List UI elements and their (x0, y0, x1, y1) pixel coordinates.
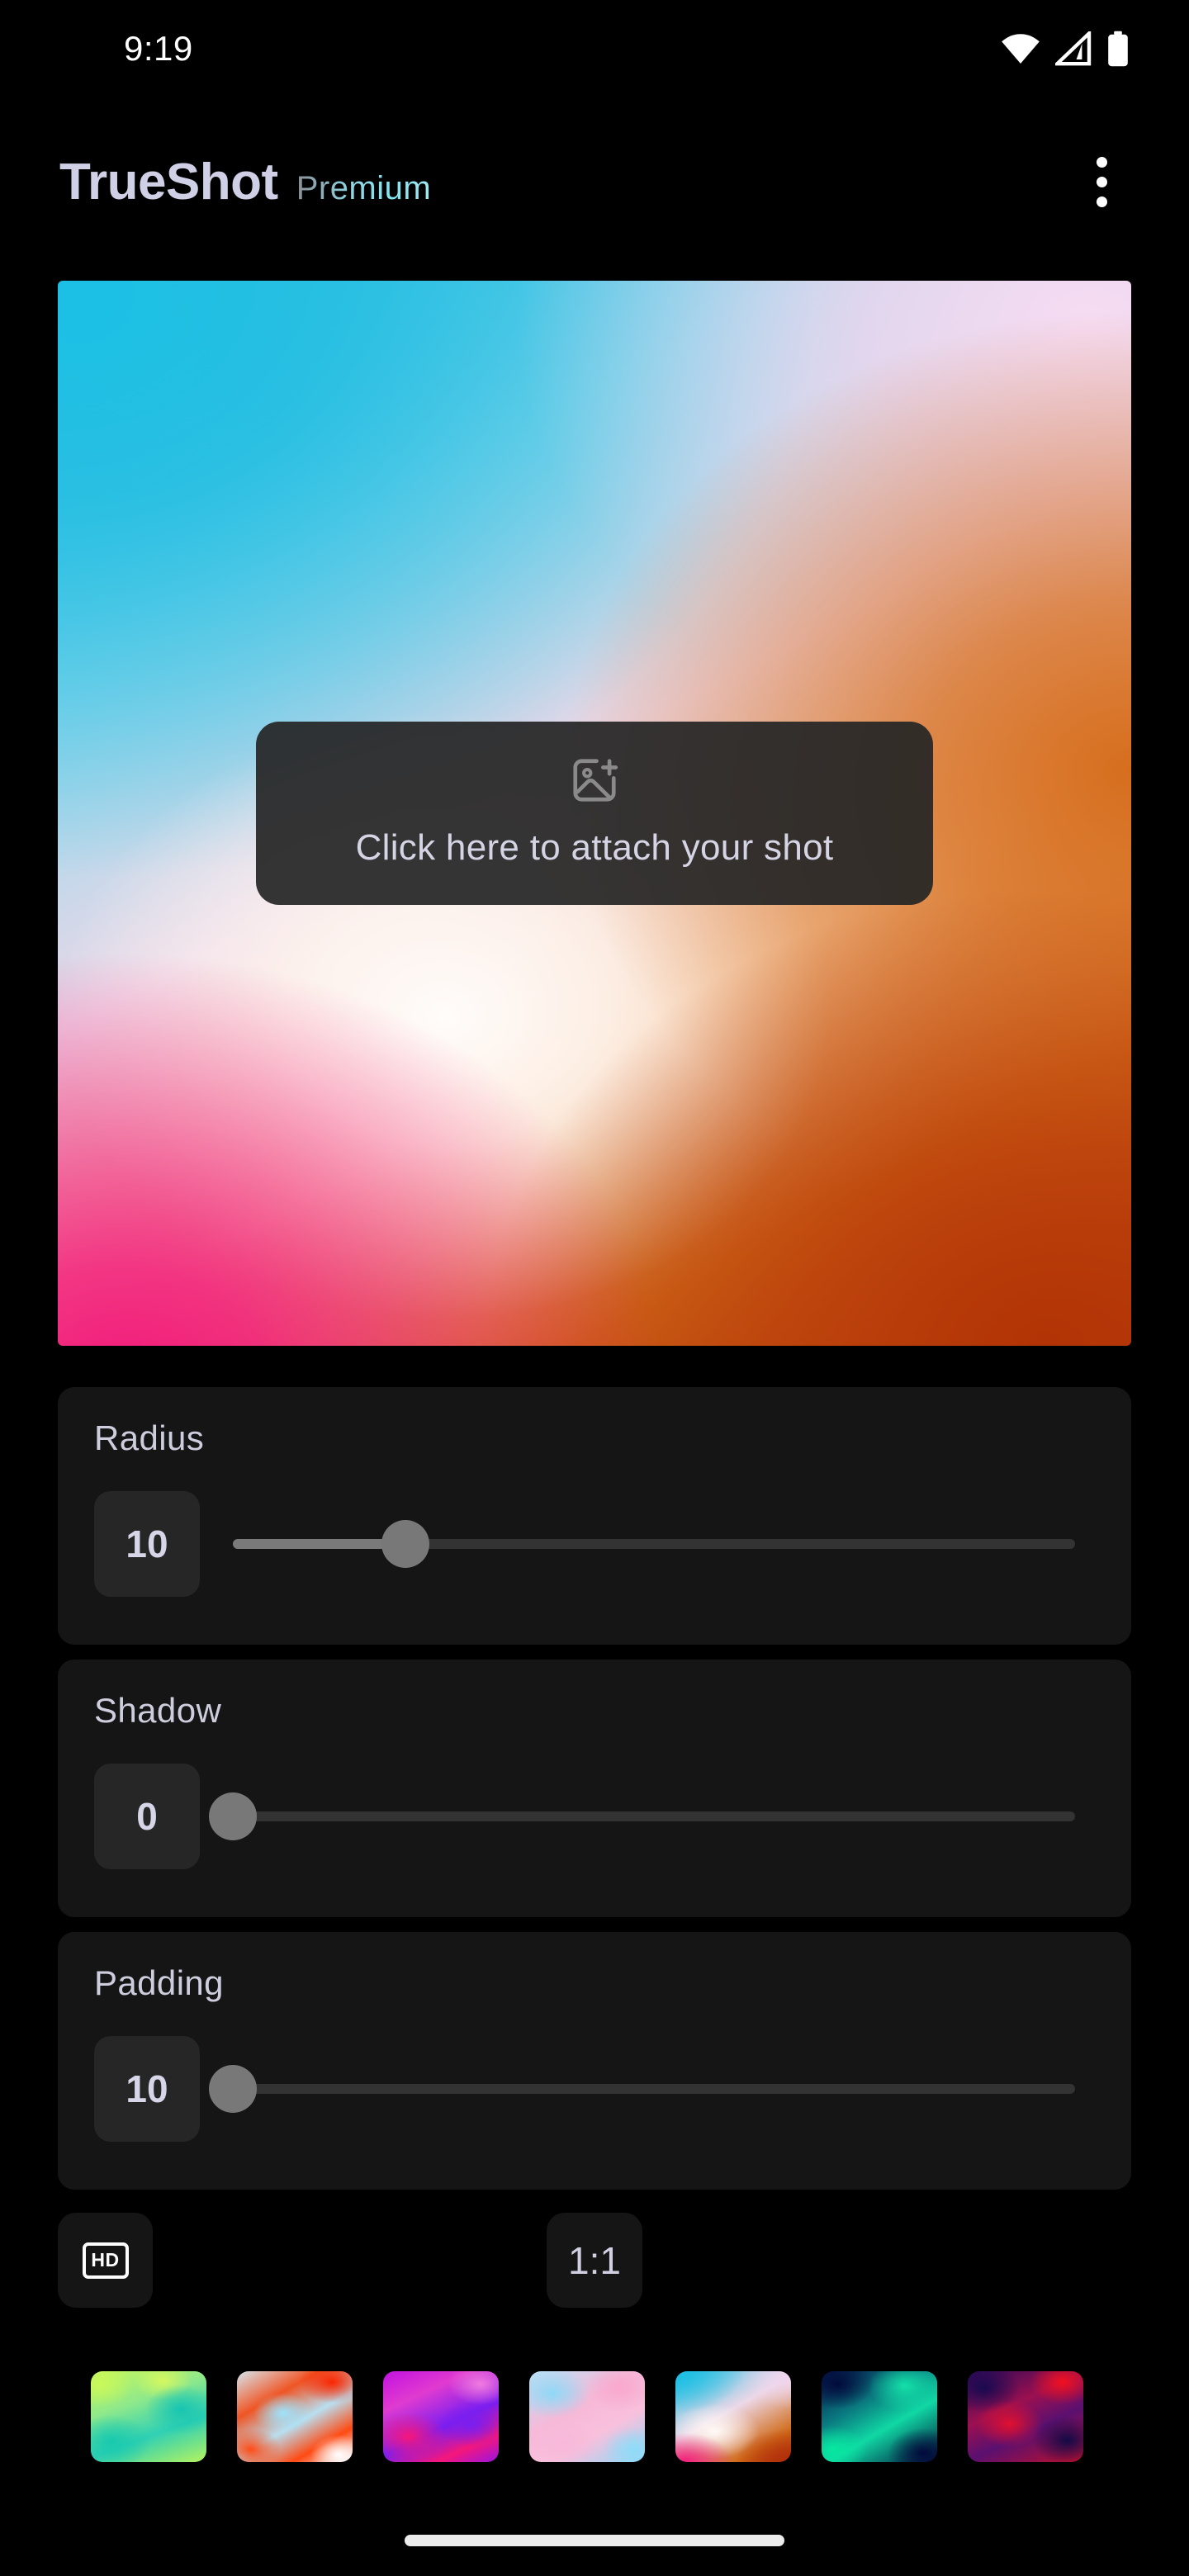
gradient-swatch-cyan-pink-orange[interactable] (675, 2371, 791, 2462)
gradient-swatch-red-ice[interactable] (237, 2371, 353, 2462)
control-card-padding: Padding 10 (58, 1932, 1131, 2190)
slider-thumb-padding[interactable] (209, 2065, 257, 2113)
slider-track-shadow (233, 1811, 1075, 1821)
slider-thumb-shadow[interactable] (209, 1792, 257, 1840)
control-label-padding: Padding (94, 1963, 224, 2002)
control-row-radius: 10 (94, 1491, 1095, 1597)
value-text-radius: 10 (126, 1522, 168, 1565)
gradient-swatch-row (91, 2371, 1123, 2462)
value-text-shadow: 0 (136, 1795, 158, 1838)
value-box-padding[interactable]: 10 (94, 2036, 200, 2142)
kebab-dot (1096, 176, 1107, 187)
battery-icon (1108, 31, 1128, 67)
gradient-swatch-navy-emerald[interactable] (822, 2371, 937, 2462)
control-card-shadow: Shadow 0 (58, 1660, 1131, 1917)
status-bar: 9:19 (0, 0, 1189, 97)
control-label-radius: Radius (94, 1418, 205, 1457)
value-text-padding: 10 (126, 2067, 168, 2110)
value-box-shadow[interactable]: 0 (94, 1764, 200, 1869)
slider-track-radius (233, 1539, 1075, 1549)
slider-thumb-radius[interactable] (381, 1520, 429, 1568)
slider-fill-radius (233, 1539, 401, 1549)
control-row-shadow: 0 (94, 1764, 1095, 1869)
app-brand: TrueShot Premium (59, 153, 431, 211)
gradient-swatch-lime-teal[interactable] (91, 2371, 206, 2462)
value-box-radius[interactable]: 10 (94, 1491, 200, 1597)
hd-icon: HD (82, 2242, 129, 2279)
gradient-swatch-magenta-violet[interactable] (383, 2371, 499, 2462)
gradient-swatch-pink-sky[interactable] (529, 2371, 645, 2462)
aspect-ratio-button[interactable]: 1:1 (547, 2213, 642, 2308)
aspect-ratio-label: 1:1 (568, 2238, 621, 2282)
slider-radius[interactable] (233, 1491, 1095, 1597)
control-card-radius: Radius 10 (58, 1387, 1131, 1645)
home-indicator[interactable] (405, 2535, 784, 2546)
app-title: TrueShot (59, 153, 278, 211)
action-row: HD 1:1 (58, 2213, 1131, 2308)
app-bar: TrueShot Premium (0, 132, 1189, 231)
hd-quality-button[interactable]: HD (58, 2213, 153, 2308)
cellular-signal-icon (1055, 31, 1092, 66)
attach-shot-label: Click here to attach your shot (355, 827, 834, 868)
slider-shadow[interactable] (209, 1764, 1095, 1869)
kebab-dot (1096, 196, 1107, 207)
gradient-preview-canvas[interactable]: Click here to attach your shot (58, 281, 1131, 1346)
kebab-dot (1096, 156, 1107, 168)
slider-track-padding (233, 2084, 1075, 2094)
status-icons (1001, 31, 1130, 67)
control-row-padding: 10 (94, 2036, 1095, 2142)
status-time: 9:19 (124, 29, 193, 68)
control-label-shadow: Shadow (94, 1691, 222, 1730)
attach-shot-button[interactable]: Click here to attach your shot (256, 722, 933, 905)
more-options-icon[interactable] (1067, 147, 1136, 216)
wifi-icon (1002, 34, 1040, 64)
add-image-icon (573, 759, 618, 802)
app-subtitle-premium: Premium (296, 169, 432, 206)
app-screen: 9:19 TrueShot Premium Click here to atta… (0, 0, 1189, 2576)
slider-padding[interactable] (209, 2036, 1095, 2142)
gradient-swatch-indigo-crimson[interactable] (968, 2371, 1083, 2462)
